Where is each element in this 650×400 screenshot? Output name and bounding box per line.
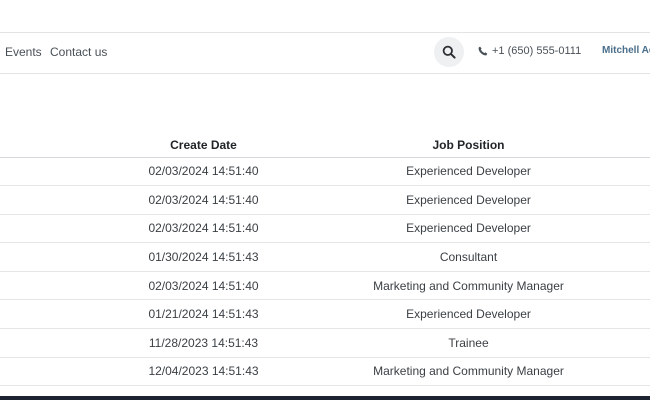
table-cell-job-position: Marketing and Community Manager <box>347 357 590 387</box>
nav-link-contact-us[interactable]: Contact us <box>50 45 107 59</box>
search-icon <box>442 45 456 59</box>
table-cell-create-date: 02/03/2024 14:51:40 <box>60 214 347 244</box>
table-row[interactable]: 01/30/2024 14:51:43 Consultant <box>0 242 650 272</box>
table-cell-spacer <box>590 185 650 215</box>
header-spacer-right <box>590 133 650 158</box>
table-row[interactable]: 11/28/2023 14:51:43 Trainee <box>0 328 650 358</box>
table-row[interactable]: 02/03/2024 14:51:40 Marketing and Commun… <box>0 271 650 301</box>
table-cell-spacer <box>0 242 60 272</box>
table-row[interactable]: 02/03/2024 14:51:40 Experienced Develope… <box>0 185 650 215</box>
table-cell-create-date: 01/21/2024 14:51:43 <box>60 299 347 330</box>
table-cell-create-date: 11/28/2023 14:51:43 <box>60 328 347 358</box>
table-cell-spacer <box>590 328 650 358</box>
table-cell-job-position: Trainee <box>347 328 590 358</box>
table-cell-spacer <box>590 357 650 387</box>
nav-link-events[interactable]: Events <box>5 45 42 59</box>
table-cell-spacer <box>0 214 60 244</box>
table-cell-job-position: Marketing and Community Manager <box>347 271 590 301</box>
table-cell-spacer <box>590 299 650 330</box>
phone-number: +1 (650) 555-0111 <box>492 45 582 57</box>
column-header-create-date[interactable]: Create Date <box>60 133 347 158</box>
table-cell-spacer <box>590 214 650 244</box>
table-cell-spacer <box>0 271 60 301</box>
table-row[interactable]: 12/04/2023 14:51:43 Marketing and Commun… <box>0 357 650 387</box>
table-cell-job-position: Experienced Developer <box>347 157 590 187</box>
table-row[interactable]: 02/03/2024 14:51:40 Experienced Develope… <box>0 214 650 244</box>
main-navbar: Events Contact us +1 (650) 555-0111 Mitc… <box>0 33 650 74</box>
table-cell-spacer <box>590 157 650 187</box>
table-cell-spacer <box>0 357 60 387</box>
phone-icon <box>478 46 488 56</box>
table-cell-create-date: 01/30/2024 14:51:43 <box>60 242 347 272</box>
user-menu[interactable]: Mitchell Ad <box>602 45 650 56</box>
job-applications-table: Create Date Job Position 02/03/2024 14:5… <box>0 133 650 387</box>
table-cell-job-position: Consultant <box>347 242 590 272</box>
table-cell-spacer <box>0 157 60 187</box>
table-row[interactable]: 02/03/2024 14:51:40 Experienced Develope… <box>0 157 650 187</box>
top-bar <box>0 0 650 33</box>
header-spacer-left <box>0 133 60 158</box>
table-cell-spacer <box>0 328 60 358</box>
table-cell-spacer <box>0 299 60 330</box>
table-cell-spacer <box>590 242 650 272</box>
table-cell-job-position: Experienced Developer <box>347 299 590 330</box>
table-row[interactable]: 01/21/2024 14:51:43 Experienced Develope… <box>0 299 650 330</box>
table-cell-job-position: Experienced Developer <box>347 214 590 244</box>
table-cell-create-date: 02/03/2024 14:51:40 <box>60 271 347 301</box>
search-button[interactable] <box>434 37 464 67</box>
table-cell-create-date: 12/04/2023 14:51:43 <box>60 357 347 387</box>
table-header-row: Create Date Job Position <box>0 133 650 158</box>
table-cell-spacer <box>590 271 650 301</box>
table-cell-spacer <box>0 185 60 215</box>
column-header-job-position[interactable]: Job Position <box>347 133 590 158</box>
footer-bar <box>0 396 650 400</box>
table-cell-create-date: 02/03/2024 14:51:40 <box>60 157 347 187</box>
table-cell-job-position: Experienced Developer <box>347 185 590 215</box>
table-cell-create-date: 02/03/2024 14:51:40 <box>60 185 347 215</box>
